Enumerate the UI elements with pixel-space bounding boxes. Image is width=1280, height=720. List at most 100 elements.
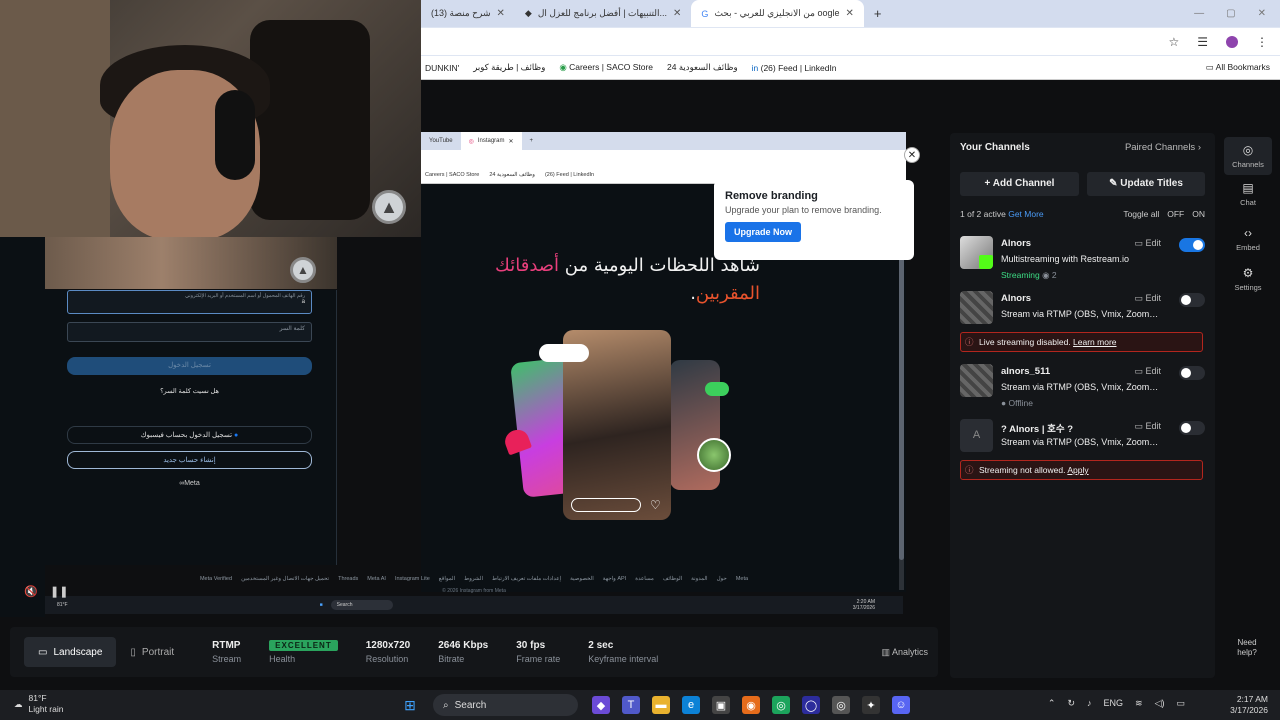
edge-icon[interactable]: e <box>682 696 700 714</box>
minimize-icon[interactable]: — <box>1194 8 1204 19</box>
analytics-button[interactable]: ▥ Analytics <box>881 647 928 658</box>
bookmark[interactable]: وظائف السعودية 24 <box>667 62 738 73</box>
discord-icon[interactable]: ☺ <box>892 696 910 714</box>
close-window-icon[interactable]: ✕ <box>1258 8 1266 19</box>
google-icon: G <box>701 8 709 19</box>
menu-icon[interactable]: ⋮ <box>1256 35 1268 49</box>
battery-icon[interactable]: ▭ <box>1176 698 1185 709</box>
obs-icon[interactable]: ◯ <box>802 696 820 714</box>
landscape-button[interactable]: ▭ Landscape <box>24 637 117 667</box>
inner-tab-strip: YouTube ◎ Instagram ✕ + <box>421 132 906 150</box>
close-icon[interactable]: ✕ <box>904 147 920 163</box>
browser-tab-active[interactable]: G من الانجليزي للعربي - بحث oogle ✕ <box>691 0 864 27</box>
channels-panel: Your Channels Paired Channels › + Add Ch… <box>950 133 1215 678</box>
phone-icon: ▯ <box>130 646 136 658</box>
new-tab-button[interactable]: + <box>864 0 892 27</box>
close-icon[interactable]: ✕ <box>845 8 853 19</box>
windows-start-icon[interactable]: ⊞ <box>401 696 419 714</box>
edit-button[interactable]: ▭ Edit <box>1134 238 1161 249</box>
stat-resolution: 1280x720 Resolution <box>365 640 411 664</box>
avatar <box>960 364 993 397</box>
inner-tab: YouTube <box>429 138 453 144</box>
close-icon[interactable]: ✕ <box>673 8 681 19</box>
paired-channels-link[interactable]: Paired Channels › <box>1125 142 1201 153</box>
need-help-button[interactable]: Need help? <box>1228 638 1266 658</box>
add-channel-button[interactable]: + Add Channel <box>960 172 1079 196</box>
offline-dot: ● <box>1001 398 1007 408</box>
chrome-profile-icon[interactable]: ◎ <box>832 696 850 714</box>
mute-icon[interactable]: 🔇 <box>24 585 38 598</box>
channel-item[interactable]: Alnors ▭ Edit Multistreaming with Restre… <box>960 236 1205 286</box>
offline-status: Offline <box>1008 398 1033 408</box>
windows-icon: ■ <box>319 602 323 608</box>
chrome-icon[interactable]: ◎ <box>772 696 790 714</box>
channel-item[interactable]: alnors_511 ▭ Edit Stream via RTMP (OBS, … <box>960 364 1205 414</box>
login-button: تسجيل الدخول <box>67 357 312 375</box>
learn-more-link[interactable]: Learn more <box>1073 337 1116 347</box>
right-rail: ◎ Channels ▤ Chat ‹› Embed ⚙ Settings <box>1224 133 1272 678</box>
address-bar[interactable]: ☆ ☰ ⋮ <box>421 28 1280 55</box>
rail-settings[interactable]: ⚙ Settings <box>1224 266 1272 298</box>
star-icon[interactable]: ☆ <box>1168 35 1179 49</box>
edit-button[interactable]: ▭ Edit <box>1134 293 1161 304</box>
toggle-all-off[interactable]: OFF <box>1167 209 1184 219</box>
copilot-icon[interactable]: ◆ <box>592 696 610 714</box>
chevron-up-icon[interactable]: ⌃ <box>1048 698 1056 709</box>
create-account-button: إنشاء حساب جديد <box>67 451 312 469</box>
stat-bitrate: 2646 Kbps Bitrate <box>438 640 489 664</box>
stat-keyframe: 2 sec Keyframe interval <box>588 640 659 664</box>
microphone-icon[interactable]: ♪ <box>1087 698 1092 709</box>
portrait-button[interactable]: ▯ Portrait <box>116 637 188 667</box>
folder-icon: ▭ <box>1205 62 1214 72</box>
browser-tab[interactable]: ◆ التنبيهات | أفضل برنامج للعزل ال... ✕ <box>515 0 692 27</box>
get-more-link[interactable]: Get More <box>1008 209 1043 219</box>
bookmark[interactable]: in (26) Feed | LinkedIn <box>752 63 837 73</box>
stream-stats-bar: ▭ Landscape ▯ Portrait RTMP Stream EXCELLEN… <box>10 627 938 677</box>
firefox-icon[interactable]: ◉ <box>742 696 760 714</box>
avatar <box>960 236 993 269</box>
sync-icon[interactable]: ↻ <box>1067 698 1075 709</box>
shield-icon: ◆ <box>524 8 532 18</box>
linkedin-icon: in <box>751 62 759 73</box>
weather-icon: ☁ <box>14 698 23 709</box>
language-indicator[interactable]: ENG <box>1104 698 1124 709</box>
update-titles-button[interactable]: ✎ Update Titles <box>1087 172 1205 196</box>
taskbar-search[interactable]: ⌕ Search <box>433 694 578 716</box>
monitor-icon: ▭ <box>38 646 48 658</box>
channel-toggle[interactable] <box>1179 293 1205 307</box>
profile-avatar[interactable] <box>1226 35 1238 48</box>
folder-icon[interactable]: ▬ <box>652 696 670 714</box>
edit-button[interactable]: ▭ Edit <box>1134 366 1161 377</box>
store-icon[interactable]: ▣ <box>712 696 730 714</box>
apply-link[interactable]: Apply <box>1067 465 1088 475</box>
stat-health: EXCELLENT Health <box>269 640 338 664</box>
password-field: كلمة السر <box>67 322 312 342</box>
pause-icon[interactable]: ❚❚ <box>50 585 68 598</box>
toggle-all-on[interactable]: ON <box>1192 209 1205 219</box>
all-bookmarks[interactable]: ▭ All Bookmarks <box>1206 62 1280 73</box>
wifi-icon[interactable]: ≋ <box>1135 698 1143 709</box>
rail-channels[interactable]: ◎ Channels <box>1224 137 1272 175</box>
teams-icon[interactable]: T <box>622 696 640 714</box>
chat-icon: ▤ <box>1242 181 1254 195</box>
app-icon[interactable]: ✦ <box>862 696 880 714</box>
rail-chat[interactable]: ▤ Chat <box>1224 181 1272 213</box>
live-disabled-warning: ⓘ Live streaming disabled. Learn more <box>960 332 1203 352</box>
volume-icon[interactable]: ◁) <box>1155 698 1165 709</box>
bookmark[interactable]: DUNKIN' <box>425 63 459 73</box>
rail-embed[interactable]: ‹› Embed <box>1224 226 1272 258</box>
edit-button[interactable]: ▭ Edit <box>1134 421 1161 432</box>
close-icon[interactable]: ✕ <box>497 8 505 19</box>
maximize-icon[interactable]: ▢ <box>1226 8 1235 19</box>
bookmark[interactable]: ◉ Careers | SACO Store <box>559 62 653 73</box>
bookmark[interactable]: وظائف | طريقة كوبر <box>473 62 545 73</box>
channel-toggle[interactable] <box>1179 366 1205 380</box>
globe-icon: ◉ <box>559 62 567 72</box>
channel-toggle[interactable] <box>1179 238 1205 252</box>
channel-toggle[interactable] <box>1179 421 1205 435</box>
taskbar-clock[interactable]: 2:17 AM 3/17/2026 <box>1230 694 1268 716</box>
upgrade-now-button[interactable]: Upgrade Now <box>725 222 802 242</box>
browser-tab[interactable]: (13) شرح منصة ✕ <box>421 0 515 27</box>
weather-widget[interactable]: ☁ 81°F Light rain <box>14 693 63 715</box>
reading-list-icon[interactable]: ☰ <box>1197 35 1208 49</box>
